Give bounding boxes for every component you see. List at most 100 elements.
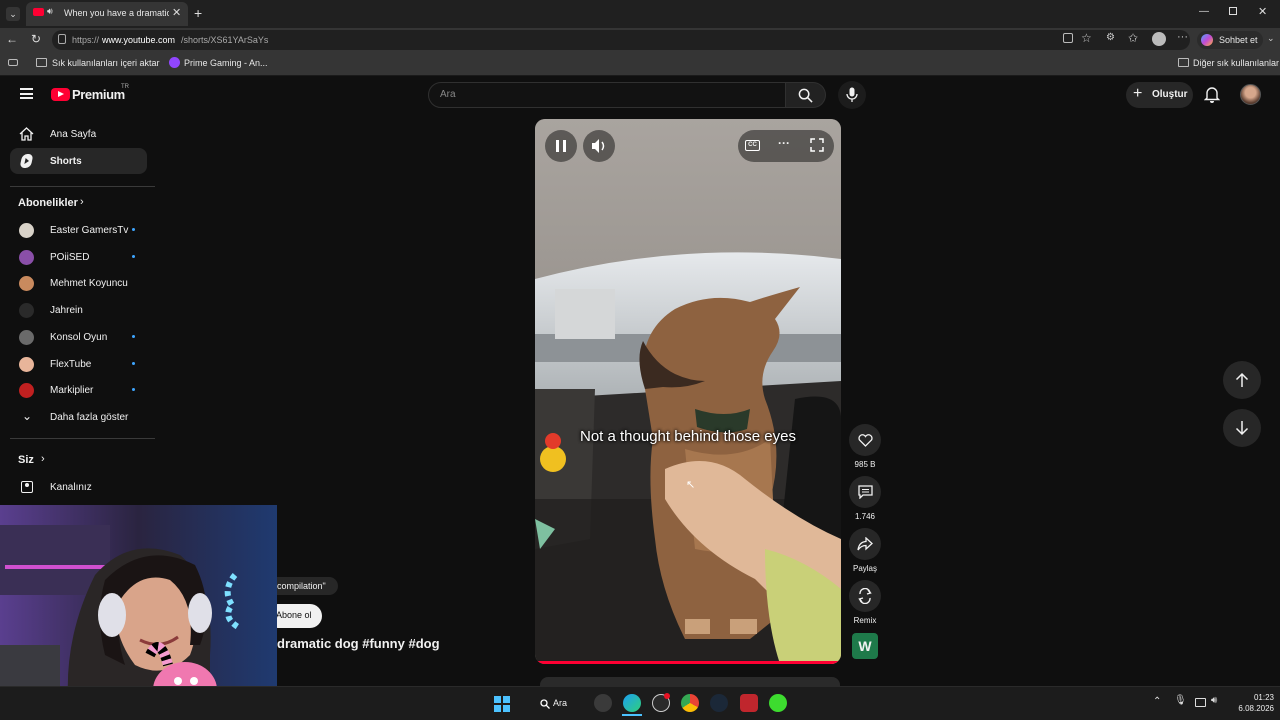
comments-button[interactable]	[849, 476, 881, 508]
volume-button[interactable]	[583, 130, 615, 162]
logo-text: Premium	[72, 87, 125, 102]
hashtag-chip-label: compilation"	[277, 581, 326, 591]
taskbar-search[interactable]: Ara	[534, 694, 584, 714]
subscriptions-title: Abonelikler	[18, 197, 78, 209]
subscription-item[interactable]: Jahrein	[10, 297, 147, 323]
profile-avatar[interactable]	[1152, 32, 1166, 46]
app-install-icon[interactable]	[1063, 33, 1073, 43]
address-bar[interactable]: https:// www.youtube.com /shorts/XS61YAr…	[52, 30, 1190, 50]
extension-icon[interactable]: ⚙︎	[1106, 32, 1115, 43]
sidebar-label: Shorts	[50, 156, 82, 167]
previous-short-button[interactable]	[1223, 361, 1261, 399]
browser-tab-bar	[0, 0, 1280, 28]
prime-gaming-icon	[169, 57, 180, 68]
arrow-down-icon	[1235, 421, 1249, 436]
more-options-icon[interactable]: ···	[778, 136, 790, 150]
show-more-label: Daha fazla göster	[50, 412, 129, 423]
share-button[interactable]	[849, 528, 881, 560]
show-more-button[interactable]: ⌄ Daha fazla göster	[10, 404, 147, 430]
youtube-logo[interactable]: Premium TR	[51, 84, 131, 104]
tab-title: When you have a dramatic do	[64, 8, 169, 18]
sidebar-item-your-channel[interactable]: Kanalınız	[10, 474, 147, 500]
youtube-favicon-icon	[33, 8, 44, 16]
task-view-icon[interactable]	[594, 694, 612, 712]
favorites-icon[interactable]: ✩	[1128, 31, 1138, 45]
captions-icon[interactable]: CC	[745, 140, 760, 151]
comment-icon	[858, 485, 873, 499]
volume-icon[interactable]: 🔊︎	[1211, 695, 1217, 706]
subscription-item[interactable]: Konsol Oyun	[10, 324, 147, 350]
menu-icon[interactable]	[20, 88, 33, 99]
channel-avatar	[19, 330, 34, 345]
close-window-icon[interactable]: ✕	[1258, 5, 1267, 18]
site-info-icon[interactable]	[58, 34, 66, 44]
steam-icon[interactable]	[710, 694, 728, 712]
subscription-item[interactable]: POiiSED	[10, 244, 147, 270]
next-short-button[interactable]	[1223, 409, 1261, 447]
bookmark-label: Sık kullanılanları içeri aktar	[52, 58, 160, 68]
edge-browser-icon[interactable]	[623, 694, 641, 712]
search-input[interactable]: Ara	[428, 82, 786, 108]
app-icon[interactable]	[769, 694, 787, 712]
sidebar-divider	[10, 186, 155, 187]
subscription-name: Mehmet Koyuncu	[50, 278, 128, 289]
browser-tab[interactable]: 🔊︎ When you have a dramatic do ✕	[26, 2, 188, 26]
fullscreen-icon[interactable]	[810, 138, 824, 152]
copilot-button[interactable]: Sohbet et	[1197, 31, 1263, 49]
tab-actions-chevron-icon[interactable]: ⌄	[6, 7, 20, 21]
like-button[interactable]	[849, 424, 881, 456]
subscription-item[interactable]: Easter GamersTv	[10, 217, 147, 243]
remix-button[interactable]	[849, 580, 881, 612]
sidebar-item-shorts[interactable]: Shorts	[10, 148, 147, 174]
copilot-icon	[1201, 34, 1213, 46]
channel-icon	[21, 481, 33, 493]
pause-icon	[556, 140, 559, 152]
new-tab-icon[interactable]: +	[194, 5, 202, 21]
create-label: Oluştur	[1152, 89, 1188, 100]
chrome-icon[interactable]	[681, 694, 699, 712]
mouse-cursor-icon: ↖	[686, 479, 696, 491]
subscription-name: POiiSED	[50, 252, 90, 263]
close-tab-icon[interactable]: ✕	[172, 6, 181, 19]
subscription-name: Konsol Oyun	[50, 332, 108, 343]
arrow-up-icon	[1235, 372, 1249, 387]
display-icon[interactable]	[1195, 698, 1206, 707]
create-button[interactable]: + Oluştur	[1126, 82, 1193, 108]
notifications-bell-icon[interactable]	[1204, 86, 1220, 103]
progress-track[interactable]	[535, 661, 841, 664]
subscription-item[interactable]: Mehmet Koyuncu	[10, 270, 147, 296]
shorts-video-player[interactable]: CC ··· Not a thought behind those eyes	[535, 119, 841, 664]
new-content-dot	[132, 228, 135, 231]
pause-button[interactable]	[545, 130, 577, 162]
bookmark-label: Prime Gaming - An...	[184, 58, 268, 68]
account-avatar[interactable]	[1240, 84, 1261, 105]
sidebar-chevron-icon[interactable]: ⌄	[1267, 33, 1275, 44]
start-button[interactable]	[494, 696, 510, 712]
minimize-icon[interactable]: —	[1199, 6, 1209, 17]
voice-search-button[interactable]	[838, 81, 866, 109]
url-path: /shorts/XS61YArSaYs	[181, 35, 269, 45]
progress-fill	[535, 661, 838, 664]
audio-playing-icon[interactable]: 🔊︎	[47, 6, 53, 17]
favorite-star-icon[interactable]: ☆	[1081, 31, 1092, 45]
next-short-preview[interactable]	[540, 677, 840, 686]
subscription-item[interactable]: FlexTube	[10, 351, 147, 377]
subscription-name: Markiplier	[50, 385, 94, 396]
microphone-icon[interactable]: 🎙︎	[1174, 695, 1187, 706]
video-caption: Not a thought behind those eyes	[580, 428, 796, 445]
search-button[interactable]	[786, 82, 826, 108]
refresh-icon[interactable]: ↻	[31, 32, 41, 46]
reading-view-icon[interactable]	[8, 59, 18, 66]
system-clock[interactable]: 01:23 6.08.2026	[1226, 693, 1274, 713]
url-host: www.youtube.com	[102, 35, 176, 45]
maximize-icon[interactable]	[1229, 7, 1237, 15]
sidebar-item-home[interactable]: Ana Sayfa	[10, 121, 147, 147]
channel-avatar[interactable]: W	[852, 633, 878, 659]
hashtag-chip[interactable]: compilation"	[268, 577, 338, 595]
more-options-icon[interactable]: ···	[1177, 31, 1188, 43]
app-icon[interactable]	[740, 694, 758, 712]
share-icon	[857, 537, 873, 551]
back-icon[interactable]: ←	[6, 32, 18, 46]
tray-chevron-up-icon[interactable]: ⌃	[1153, 696, 1161, 707]
subscription-item[interactable]: Markiplier	[10, 377, 147, 403]
